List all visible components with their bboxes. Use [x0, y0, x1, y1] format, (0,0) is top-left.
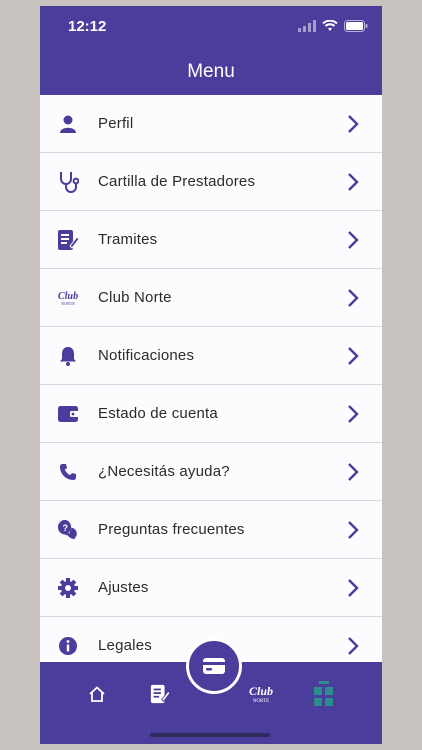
svg-text:NORTE: NORTE	[61, 300, 75, 305]
person-icon	[57, 113, 79, 135]
chevron-right-icon	[348, 520, 359, 539]
club-norte-logo: Club NORTE	[249, 684, 273, 704]
nav-tramites-button[interactable]	[148, 682, 172, 706]
menu-item-estado-de-cuenta[interactable]: Estado de cuenta	[40, 385, 382, 443]
grid-menu-icon	[314, 681, 333, 706]
chevron-right-icon	[348, 172, 359, 191]
nav-club-norte-button[interactable]: Club NORTE	[248, 682, 274, 706]
credential-card-icon	[203, 658, 225, 674]
menu-item-label: Perfil	[98, 115, 134, 132]
svg-text:NORTE: NORTE	[253, 699, 269, 704]
menu-item-cartilla[interactable]: Cartilla de Prestadores	[40, 153, 382, 211]
menu-item-label: Preguntas frecuentes	[98, 521, 245, 538]
nav-home-button[interactable]	[85, 682, 109, 706]
menu-item-label: Notificaciones	[98, 347, 195, 364]
phone-icon	[57, 461, 79, 483]
wallet-icon	[57, 403, 79, 425]
chevron-right-icon	[348, 288, 359, 307]
chevron-right-icon	[348, 462, 359, 481]
chevron-right-icon	[348, 404, 359, 423]
svg-text:Club: Club	[249, 684, 273, 698]
menu-item-preguntas[interactable]: ? Preguntas frecuentes	[40, 501, 382, 559]
menu-item-label: Club Norte	[98, 289, 172, 306]
menu-item-label: Legales	[98, 637, 152, 654]
menu-item-ajustes[interactable]: Ajustes	[40, 559, 382, 617]
status-icons	[298, 20, 368, 32]
menu-item-perfil[interactable]: Perfil	[40, 95, 382, 153]
menu-item-label: Estado de cuenta	[98, 405, 218, 422]
question-chat-icon: ?	[57, 519, 79, 541]
menu-item-tramites[interactable]: Tramites	[40, 211, 382, 269]
credential-card-button[interactable]	[186, 638, 242, 694]
stethoscope-icon	[57, 171, 79, 193]
signal-icon	[298, 20, 316, 32]
status-time: 12:12	[68, 18, 107, 35]
chevron-right-icon	[348, 114, 359, 133]
bell-icon	[57, 345, 79, 367]
chevron-right-icon	[348, 230, 359, 249]
document-edit-icon	[150, 684, 170, 704]
menu-item-label: Tramites	[98, 231, 158, 248]
nav-menu-button[interactable]	[312, 681, 336, 706]
chevron-right-icon	[348, 346, 359, 365]
chevron-right-icon	[348, 578, 359, 597]
battery-icon	[344, 20, 368, 32]
menu-item-label: Ajustes	[98, 579, 149, 596]
header: 12:12 Menu	[40, 6, 382, 95]
chevron-right-icon	[348, 636, 359, 655]
menu-item-notificaciones[interactable]: Notificaciones	[40, 327, 382, 385]
menu-item-label: ¿Necesitás ayuda?	[98, 463, 230, 480]
svg-text:?: ?	[62, 522, 68, 532]
wifi-icon	[322, 20, 338, 31]
gear-icon	[57, 577, 79, 599]
home-indicator	[150, 733, 270, 737]
menu-item-club-norte[interactable]: Club NORTE Club Norte	[40, 269, 382, 327]
app-screen: 12:12 Menu Perfil Cartilla de Prestadore…	[40, 6, 382, 744]
club-norte-logo: Club NORTE	[57, 287, 79, 309]
page-title: Menu	[187, 61, 235, 82]
menu-list: Perfil Cartilla de Prestadores Tramites …	[40, 95, 382, 674]
menu-item-label: Cartilla de Prestadores	[98, 173, 256, 190]
menu-item-ayuda[interactable]: ¿Necesitás ayuda?	[40, 443, 382, 501]
info-icon	[57, 635, 79, 657]
document-edit-icon	[57, 229, 79, 251]
home-icon	[89, 686, 105, 702]
